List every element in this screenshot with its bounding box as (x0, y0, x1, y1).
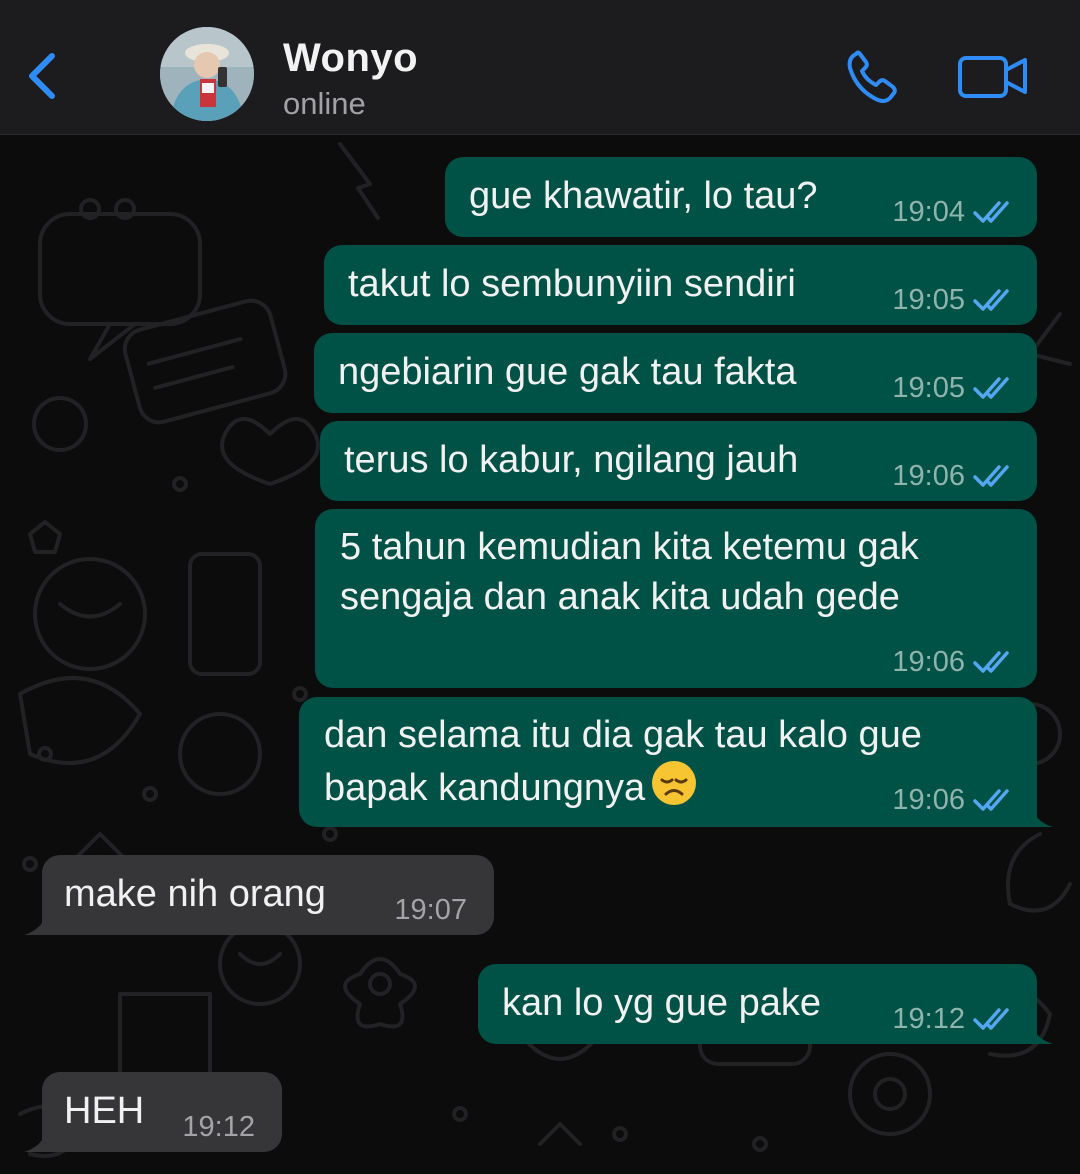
disappointed-face-emoji (652, 761, 697, 805)
message-meta: 19:07 (394, 885, 467, 935)
message-time: 19:06 (892, 646, 965, 678)
message-meta: 19:12 (182, 1102, 255, 1152)
bubble-tail (24, 909, 48, 935)
message-time: 19:04 (892, 196, 965, 228)
message-bubble-outgoing[interactable]: 5 tahun kemudian kita ketemu gak sengaja… (315, 509, 1037, 688)
contact-name[interactable]: Wonyo (283, 36, 418, 81)
video-call-button[interactable] (956, 50, 1030, 102)
double-check-icon (973, 201, 1009, 223)
back-button[interactable] (18, 42, 68, 110)
message-meta: 19:05 (892, 363, 1015, 413)
message-text-line: dan selama itu dia gak tau kalo gue (324, 714, 922, 756)
message-text: terus lo kabur, ngilang jauh (344, 439, 799, 481)
message-text: takut lo sembunyiin sendiri (348, 263, 796, 305)
message-text: kan lo yg gue pake (502, 982, 822, 1024)
message-bubble-outgoing[interactable]: dan selama itu dia gak tau kalo gue bapa… (299, 697, 1053, 827)
bubble-tail (24, 1126, 48, 1152)
avatar[interactable] (160, 27, 254, 121)
message-meta: 19:06 (892, 637, 1015, 687)
message-time: 19:12 (182, 1111, 255, 1143)
message-time: 19:12 (892, 1003, 965, 1035)
phone-icon (847, 50, 897, 103)
message-time: 19:07 (394, 894, 467, 926)
message-text: make nih orang (64, 873, 326, 915)
message-bubble-incoming[interactable]: HEH 19:12 (24, 1072, 282, 1152)
voice-call-button[interactable] (842, 46, 906, 106)
message-time: 19:05 (892, 284, 965, 316)
message-meta: 19:05 (892, 275, 1015, 325)
message-text-line: sengaja dan anak kita udah gede (340, 576, 900, 618)
message-bubble-outgoing[interactable]: gue khawatir, lo tau? 19:04 (445, 157, 1037, 237)
message-bubble-outgoing[interactable]: ngebiarin gue gak tau fakta 19:05 (314, 333, 1037, 413)
chat-header: Wonyo online (0, 0, 1080, 135)
message-meta: 19:06 (892, 775, 1015, 825)
message-bubble-outgoing[interactable]: kan lo yg gue pake 19:12 (478, 964, 1053, 1044)
message-meta: 19:04 (892, 187, 1015, 237)
double-check-icon (973, 651, 1009, 673)
message-text-line: bapak kandungnya (324, 760, 697, 813)
double-check-icon (973, 377, 1009, 399)
chevron-left-icon (29, 53, 55, 99)
message-meta: 19:06 (892, 451, 1015, 501)
bubble-tail (1029, 1018, 1053, 1044)
chat-screen: Wonyo online gue khawatir, lo tau? 19:04… (0, 0, 1080, 1174)
double-check-icon (973, 465, 1009, 487)
double-check-icon (973, 1008, 1009, 1030)
avatar-image (160, 27, 254, 121)
double-check-icon (973, 289, 1009, 311)
message-bubble-outgoing[interactable]: takut lo sembunyiin sendiri 19:05 (324, 245, 1037, 325)
contact-status: online (283, 86, 366, 121)
message-time: 19:05 (892, 372, 965, 404)
message-bubble-outgoing[interactable]: terus lo kabur, ngilang jauh 19:06 (320, 421, 1037, 501)
bubble-tail (1029, 801, 1053, 827)
message-text-line: 5 tahun kemudian kita ketemu gak (340, 526, 919, 568)
message-bubble-incoming[interactable]: make nih orang 19:07 (24, 855, 494, 935)
message-text: HEH (64, 1090, 145, 1132)
message-meta: 19:12 (892, 994, 1015, 1044)
message-text-line-content: bapak kandungnya (324, 767, 646, 809)
double-check-icon (973, 789, 1009, 811)
video-camera-icon (958, 56, 1027, 98)
message-time: 19:06 (892, 784, 965, 816)
message-text: gue khawatir, lo tau? (469, 175, 818, 217)
message-time: 19:06 (892, 460, 965, 492)
message-text: ngebiarin gue gak tau fakta (338, 351, 797, 393)
